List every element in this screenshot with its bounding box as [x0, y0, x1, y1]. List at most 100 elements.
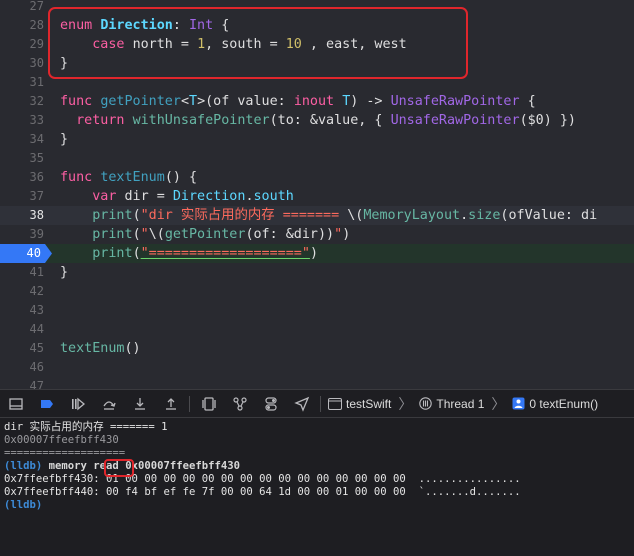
memory-graph-icon — [232, 396, 247, 411]
continue-icon — [71, 397, 85, 410]
code-line[interactable]: 44 — [0, 320, 634, 339]
location-arrow-icon — [293, 396, 309, 412]
code-token: ) — [342, 227, 351, 242]
line-number[interactable]: 36 — [0, 168, 44, 187]
breakpoint-marker[interactable]: 40 — [0, 244, 52, 263]
code-line[interactable]: 41} — [0, 263, 634, 282]
console-text: memory read 0x00007ffeefbff430 — [48, 460, 240, 472]
code-token: \( — [148, 227, 165, 242]
thread-icon — [419, 397, 433, 410]
code-token: getPointer — [100, 94, 181, 109]
code-line[interactable]: 38 print("dir 实际占用的内存 ======= \(MemoryLa… — [0, 206, 634, 225]
code-line[interactable]: 37 var dir = Direction.south — [0, 187, 634, 206]
line-number[interactable]: 42 — [0, 282, 44, 301]
panel-icon — [8, 397, 23, 410]
chevron-right-icon: 〉 — [398, 395, 413, 412]
breadcrumb-thread[interactable]: Thread 1 — [436, 397, 484, 411]
code-line[interactable]: 33 return withUnsafePointer(to: &value, … — [0, 111, 634, 130]
code-text: var dir = Direction.south — [60, 187, 294, 206]
line-number[interactable]: 38 — [0, 206, 44, 225]
code-token: func — [60, 170, 101, 185]
console-text: 0x7ffeefbff440: 00 f4 bf ef fe 7f 00 00 … — [4, 486, 521, 498]
code-token: "dir 实际占用的内存 ======= — [140, 208, 348, 223]
console-line: 0x7ffeefbff440: 00 f4 bf ef fe 7f 00 00 … — [4, 486, 521, 499]
step-into-button[interactable] — [124, 390, 155, 417]
code-token: print — [92, 208, 133, 223]
breadcrumb-frame[interactable]: 0 textEnum() — [529, 397, 598, 411]
code-text: print("===================") — [60, 244, 318, 263]
byte-annotation-box — [104, 459, 134, 477]
code-token: ( — [132, 227, 141, 242]
breakpoints-toggle-button[interactable] — [31, 390, 62, 417]
code-line[interactable]: 32 func getPointer<T>(of value: inout T) … — [0, 92, 634, 111]
code-token: { — [519, 94, 536, 109]
line-number[interactable]: 32 — [0, 92, 44, 111]
line-number[interactable]: 41 — [0, 263, 44, 282]
line-number[interactable]: 43 — [0, 301, 44, 320]
code-token: () { — [164, 170, 198, 185]
line-number[interactable]: 28 — [0, 16, 44, 35]
code-token: func — [60, 94, 101, 109]
line-number[interactable]: 30 — [0, 54, 44, 73]
line-number[interactable]: 27 — [0, 0, 44, 16]
line-number[interactable]: 29 — [0, 35, 44, 54]
code-text: print("dir 实际占用的内存 ======= \(MemoryLayou… — [60, 206, 597, 225]
line-number[interactable]: 46 — [0, 358, 44, 377]
code-token: < — [180, 94, 189, 109]
step-over-button[interactable] — [93, 390, 124, 417]
code-line[interactable]: 47 — [0, 377, 634, 389]
toolbar-divider — [320, 395, 321, 412]
toolbar-divider — [189, 395, 190, 412]
code-text: return withUnsafePointer(to: &value, { U… — [60, 111, 576, 130]
environment-overrides-button[interactable] — [255, 390, 286, 417]
code-line[interactable]: 35 — [0, 149, 634, 168]
line-number[interactable]: 39 — [0, 225, 44, 244]
console-line: 0x7ffeefbff430: 01 00 00 00 00 00 00 00 … — [4, 473, 521, 486]
debug-memory-graph-button[interactable] — [224, 390, 255, 417]
continue-button[interactable] — [62, 390, 93, 417]
hide-debug-area-button[interactable] — [0, 390, 31, 417]
code-line[interactable]: 42 — [0, 282, 634, 301]
line-number[interactable]: 37 — [0, 187, 44, 206]
code-line[interactable]: 45 textEnum() — [0, 339, 634, 358]
code-line[interactable]: 40 print("===================") — [0, 244, 634, 263]
line-number[interactable]: 35 — [0, 149, 44, 168]
step-out-button[interactable] — [155, 390, 186, 417]
console-text: dir 实际占用的内存 ======= 1 — [4, 421, 168, 433]
enum-annotation-box — [48, 7, 468, 79]
code-line[interactable]: 34} — [0, 130, 634, 149]
simulate-location-button[interactable] — [286, 390, 317, 417]
line-number[interactable]: 34 — [0, 130, 44, 149]
code-token: (of: &dir)) — [245, 227, 335, 242]
code-line[interactable]: 43 — [0, 301, 634, 320]
line-number[interactable]: 45 — [0, 339, 44, 358]
code-token: . — [245, 189, 254, 204]
line-number[interactable]: 33 — [0, 111, 44, 130]
console-line: dir 实际占用的内存 ======= 1 — [4, 421, 167, 434]
code-token: dir = — [124, 189, 173, 204]
code-token: >(of value: — [197, 94, 294, 109]
stack-frame-icon — [512, 397, 525, 410]
code-token: south — [253, 189, 294, 204]
line-number[interactable]: 47 — [0, 377, 44, 389]
code-token: MemoryLayout — [363, 208, 461, 223]
code-line[interactable]: 46 — [0, 358, 634, 377]
breadcrumb-target[interactable]: testSwift — [346, 397, 391, 411]
code-token: \( — [347, 208, 364, 223]
code-token: ( — [132, 208, 141, 223]
code-line[interactable]: 36 func textEnum() { — [0, 168, 634, 187]
code-line[interactable]: 39 print("\(getPointer(of: &dir))") — [0, 225, 634, 244]
console-line: 0x00007ffeefbff430 — [4, 434, 119, 447]
step-out-icon — [165, 397, 176, 410]
debug-view-hierarchy-button[interactable] — [193, 390, 224, 417]
code-token: return — [76, 113, 133, 128]
debug-console[interactable]: dir 实际占用的内存 ======= 1 0x00007ffeefbff430 =… — [0, 418, 634, 556]
line-number[interactable]: 44 — [0, 320, 44, 339]
code-token: UnsafeRawPointer — [390, 94, 520, 109]
code-text: } — [60, 130, 68, 149]
line-number[interactable]: 31 — [0, 73, 44, 92]
